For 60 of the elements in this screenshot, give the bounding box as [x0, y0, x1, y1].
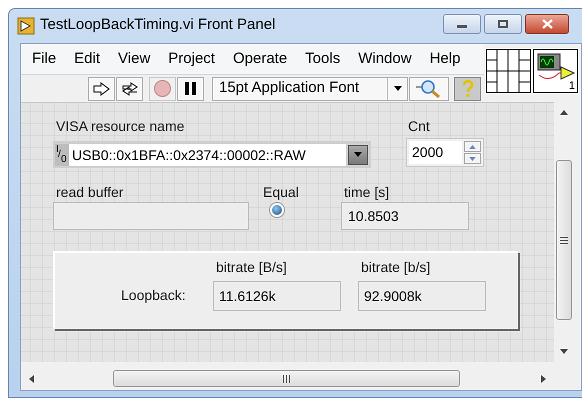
menu-item[interactable]: Project: [159, 48, 224, 70]
control-label: Cnt: [408, 119, 430, 133]
menu-item[interactable]: File: [23, 48, 66, 70]
pause-button[interactable]: [177, 76, 204, 100]
numeric-indicator: 10.8503: [341, 202, 469, 230]
help-button[interactable]: [454, 76, 481, 100]
menu-item[interactable]: Help: [420, 48, 470, 70]
connector-pane-icon: [486, 49, 531, 93]
scroll-left-icon: [29, 375, 34, 383]
run-continuously-button[interactable]: [116, 76, 143, 100]
numeric-indicator: 92.9008k: [358, 281, 486, 311]
window-title: TestLoopBackTiming.vi Front Panel: [40, 15, 276, 36]
scroll-down-icon: [560, 349, 568, 354]
maximize-icon: [498, 20, 508, 28]
menu-item[interactable]: Window: [349, 48, 421, 70]
numeric-control[interactable]: 2000: [406, 138, 484, 167]
menu-item[interactable]: Operate: [224, 48, 296, 70]
down-arrow-icon: [469, 156, 476, 160]
caret-icon: [354, 152, 362, 157]
oscilloscope-icon: [537, 53, 575, 81]
indicator-label: bitrate [B/s]: [216, 260, 287, 274]
combobox-value: USB0::0x1BFA::0x2374::00002::RAW: [69, 144, 346, 166]
indicator-label: bitrate [b/s]: [361, 260, 430, 274]
indicator-label: Equal: [263, 185, 299, 199]
font-dropdown[interactable]: 15pt Application Font: [212, 76, 408, 100]
scroll-thumb[interactable]: [556, 160, 572, 320]
numeric-indicator: 11.6126k: [213, 281, 341, 311]
vi-icon: [17, 16, 35, 34]
caret-icon: [394, 86, 402, 91]
menu-item[interactable]: View: [109, 48, 160, 70]
grip-icon: [283, 374, 290, 382]
scroll-right-icon: [541, 375, 546, 383]
grip-icon: [560, 236, 568, 244]
search-button[interactable]: [409, 76, 449, 100]
run-arrow-icon: [93, 82, 110, 96]
menu-item[interactable]: Edit: [65, 48, 110, 70]
stop-icon: [154, 80, 171, 97]
maximize-button[interactable]: [484, 14, 522, 34]
question-mark-icon: [462, 80, 474, 98]
run-button[interactable]: [88, 76, 115, 100]
up-arrow-icon: [469, 144, 476, 148]
close-icon: [542, 18, 552, 28]
resource-combobox[interactable]: I/0 USB0::0x1BFA::0x2374::00002::RAW: [53, 141, 371, 168]
minimize-icon: [457, 25, 467, 28]
numeric-value: 2000: [409, 141, 462, 164]
io-glyph: I/0: [55, 144, 69, 166]
vi-icon-number: 1: [568, 81, 575, 92]
minimize-button[interactable]: [443, 14, 481, 34]
increment-button[interactable]: [464, 141, 481, 152]
indicator-label: read buffer: [56, 185, 124, 199]
scroll-up-icon: [560, 110, 568, 115]
menu-item[interactable]: Tools: [296, 48, 350, 70]
run-continuously-icon: [120, 80, 138, 96]
decrement-button[interactable]: [464, 153, 481, 164]
pause-icon: [185, 82, 196, 95]
scroll-thumb[interactable]: [113, 370, 460, 387]
control-label: VISA resource name: [56, 119, 184, 133]
cluster-label: Loopback:: [121, 288, 186, 302]
close-button[interactable]: [525, 14, 569, 34]
indicator-label: time [s]: [344, 185, 390, 199]
